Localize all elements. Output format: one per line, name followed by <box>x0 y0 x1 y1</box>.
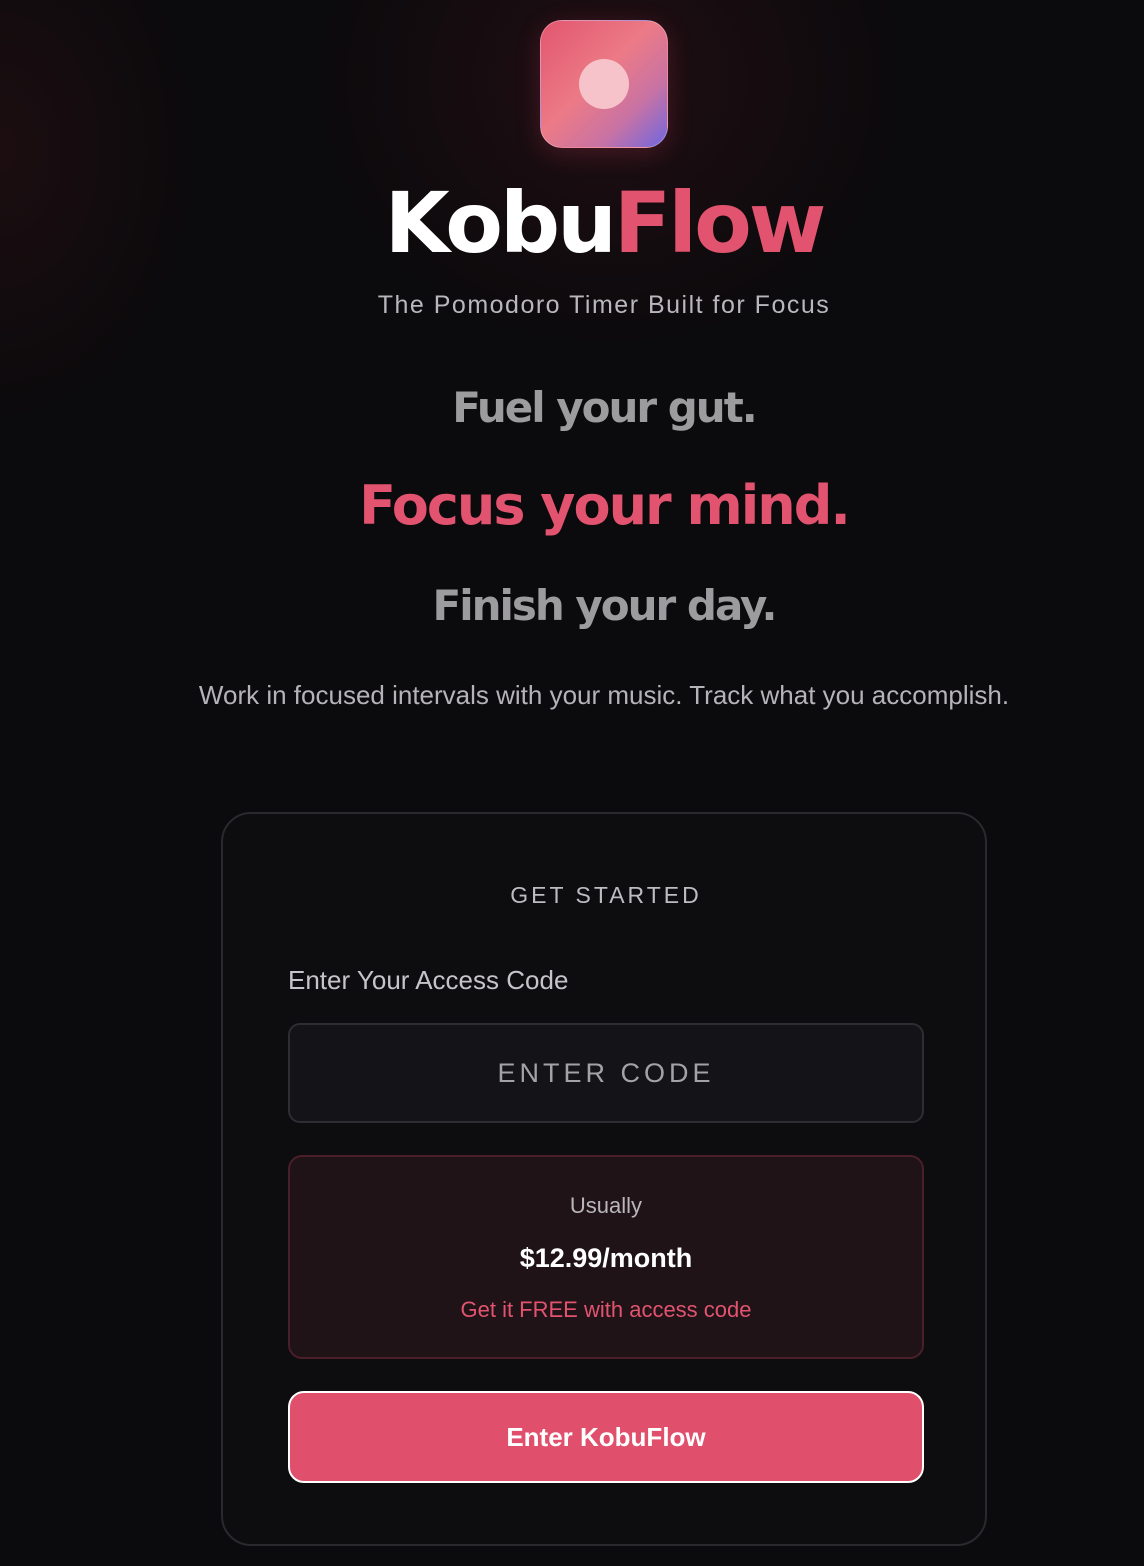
hero-line-3: Finish your day. <box>432 581 778 630</box>
card-heading: GET STARTED <box>510 882 702 908</box>
pricing-box: Usually $12.99/month Get it FREE with ac… <box>288 1155 924 1359</box>
brand-title: KobuFlow <box>0 168 1144 278</box>
brand-name-part-2: Flow <box>613 174 826 272</box>
access-code-label: Enter Your Access Code <box>288 965 569 995</box>
brand-name-part-1: Kobu <box>384 174 617 272</box>
hero-subtitle: Work in focused intervals with your musi… <box>198 680 1010 710</box>
access-code-input[interactable] <box>288 1023 924 1123</box>
hero-line-2: Focus your mind. <box>359 474 851 537</box>
app-logo-icon <box>540 20 668 148</box>
price-amount: $12.99/month <box>519 1243 693 1273</box>
price-usually-label: Usually <box>569 1193 643 1218</box>
price-offer: Get it FREE with access code <box>460 1297 752 1322</box>
logo-dot <box>579 59 629 109</box>
enter-button[interactable]: Enter KobuFlow <box>288 1391 924 1483</box>
hero-line-1: Fuel your gut. <box>452 383 757 432</box>
access-card: GET STARTED Enter Your Access Code Usual… <box>221 812 987 1546</box>
brand-tagline: The Pomodoro Timer Built for Focus <box>377 291 831 319</box>
